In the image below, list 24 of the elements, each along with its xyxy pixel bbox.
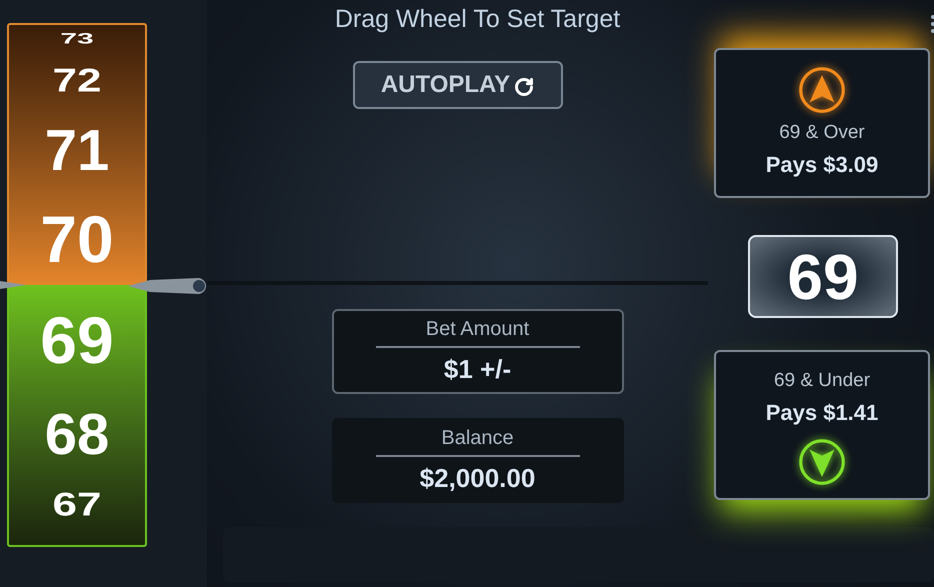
field-label: Bet Amount <box>426 317 530 342</box>
left-pointer-icon <box>0 278 26 292</box>
wheel-number: 72 <box>52 64 102 98</box>
bet-amount-field[interactable]: Bet Amount $1 +/- <box>332 309 624 394</box>
menu-icon[interactable] <box>929 14 934 34</box>
autoplay-button[interactable]: AUTOPLAY <box>352 60 562 108</box>
bet-condition: 69 & Under <box>774 369 870 394</box>
wheel-number: 71 <box>44 122 110 180</box>
wheel-number: 73 <box>60 32 94 46</box>
wheel-number: 69 <box>40 307 114 373</box>
instruction-title: Drag Wheel To Set Target <box>334 4 620 35</box>
replay-icon <box>514 76 534 96</box>
field-label: Balance <box>441 426 514 451</box>
payout-amount: Pays $1.41 <box>766 398 878 427</box>
over-bet-button[interactable]: 69 & Over Pays $3.09 <box>714 48 930 198</box>
field-value: $1 +/- <box>444 353 512 386</box>
bet-condition: 69 & Over <box>779 121 865 146</box>
payout-amount: Pays $3.09 <box>766 150 878 179</box>
wheel-number: 70 <box>40 206 114 272</box>
under-bet-button[interactable]: 69 & Under Pays $1.41 <box>714 350 930 500</box>
wheel-number: 68 <box>44 406 110 464</box>
field-value: $2,000.00 <box>420 462 536 495</box>
wheel-number: 67 <box>52 488 102 522</box>
target-number: 69 <box>748 235 898 318</box>
